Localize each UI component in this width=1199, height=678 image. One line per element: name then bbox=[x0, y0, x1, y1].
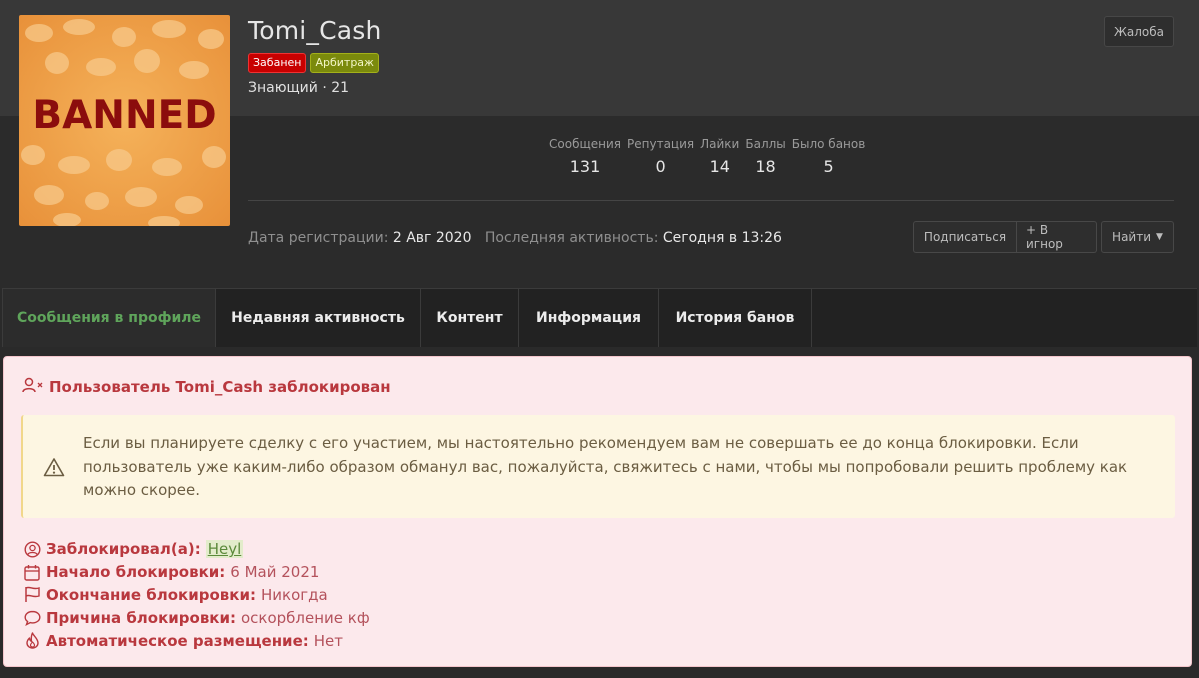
stat-value: 14 bbox=[709, 157, 730, 176]
stat-value: 5 bbox=[823, 157, 834, 176]
ban-reason-value: оскорбление кф bbox=[241, 608, 370, 627]
registered-value: 2 Авг 2020 bbox=[392, 230, 472, 246]
banned-by-row: Заблокировал(а): Heyl bbox=[23, 538, 370, 561]
banned-by-link[interactable]: Heyl bbox=[205, 540, 244, 559]
badge-banned: Забанен bbox=[248, 53, 307, 73]
comment-icon bbox=[23, 609, 41, 627]
profile-tabs: Сообщения в профиле Недавняя активность … bbox=[2, 288, 1197, 347]
stat-label: Репутация bbox=[627, 137, 695, 151]
fire-icon bbox=[23, 632, 41, 650]
user-badges: Забанен Арбитраж bbox=[248, 53, 379, 73]
tab-content[interactable]: Контент bbox=[421, 289, 519, 347]
stat-value: 131 bbox=[569, 157, 601, 176]
ban-reason-row: Причина блокировки: оскорбление кф bbox=[23, 606, 370, 629]
tab-information[interactable]: Информация bbox=[519, 289, 659, 347]
stat-messages[interactable]: Сообщения 131 bbox=[549, 137, 621, 176]
username: Tomi_Cash bbox=[248, 16, 382, 45]
auto-post-label: Автоматическое размещение: bbox=[46, 631, 309, 650]
warning-text: Если вы планируете сделку с его участием… bbox=[83, 434, 1128, 499]
avatar[interactable]: BANNED bbox=[19, 15, 230, 226]
badge-arbitrage: Арбитраж bbox=[310, 53, 379, 73]
ban-title: Пользователь Tomi_Cash заблокирован bbox=[22, 377, 391, 397]
stat-label: Баллы bbox=[745, 137, 786, 151]
warning-box: Если вы планируете сделку с его участием… bbox=[21, 415, 1175, 518]
ban-end-row: Окончание блокировки: Никогда bbox=[23, 584, 370, 607]
flag-icon bbox=[23, 586, 41, 604]
ban-start-label: Начало блокировки: bbox=[46, 563, 226, 582]
stat-label: Лайки bbox=[700, 137, 740, 151]
subscribe-button[interactable]: Подписаться bbox=[913, 221, 1017, 253]
warning-icon bbox=[43, 457, 65, 481]
find-label: Найти bbox=[1112, 230, 1152, 244]
stat-label: Было банов bbox=[791, 137, 866, 151]
stat-value: 0 bbox=[655, 157, 666, 176]
user-stats: Сообщения 131 Репутация 0 Лайки 14 Баллы… bbox=[549, 137, 871, 176]
user-meta: Дата регистрации: 2 Авг 2020 Последняя а… bbox=[248, 230, 782, 246]
stat-value: 18 bbox=[755, 157, 776, 176]
ban-details: Заблокировал(а): Heyl Начало блокировки:… bbox=[23, 538, 370, 652]
last-active-label: Последняя активность: bbox=[484, 230, 659, 246]
avatar-banned-text: BANNED bbox=[32, 93, 216, 138]
auto-post-row: Автоматическое размещение: Нет bbox=[23, 629, 370, 652]
stat-points[interactable]: Баллы 18 bbox=[745, 137, 785, 176]
ban-title-text: Пользователь Tomi_Cash заблокирован bbox=[49, 378, 391, 396]
auto-post-value: Нет bbox=[313, 631, 343, 650]
tab-recent-activity[interactable]: Недавняя активность bbox=[216, 289, 421, 347]
find-button[interactable]: Найти ▼ bbox=[1101, 221, 1174, 253]
tab-profile-posts[interactable]: Сообщения в профиле bbox=[2, 289, 216, 347]
user-block-icon bbox=[22, 377, 44, 397]
stat-label: Сообщения bbox=[549, 137, 622, 151]
stat-reputation[interactable]: Репутация 0 bbox=[627, 137, 694, 176]
profile-actions: Подписаться + В игнор Найти ▼ bbox=[913, 221, 1174, 253]
calendar-icon bbox=[23, 563, 41, 581]
stat-bans[interactable]: Было банов 5 bbox=[792, 137, 866, 176]
header-divider bbox=[248, 200, 1174, 201]
profile-header: BANNED Tomi_Cash Забанен Арбитраж Знающи… bbox=[0, 0, 1199, 289]
tab-ban-history[interactable]: История банов bbox=[659, 289, 812, 347]
chevron-down-icon: ▼ bbox=[1156, 232, 1163, 242]
registered-label: Дата регистрации: bbox=[248, 230, 389, 246]
stat-likes[interactable]: Лайки 14 bbox=[700, 137, 739, 176]
ignore-button[interactable]: + В игнор bbox=[1017, 221, 1097, 253]
user-rank: Знающий · 21 bbox=[248, 80, 350, 96]
last-active-value: Сегодня в 13:26 bbox=[662, 230, 782, 246]
ban-start-row: Начало блокировки: 6 Май 2021 bbox=[23, 561, 370, 584]
user-circle-icon bbox=[23, 540, 41, 558]
ban-panel: Пользователь Tomi_Cash заблокирован Если… bbox=[3, 356, 1192, 667]
banned-by-label: Заблокировал(а): bbox=[46, 540, 201, 559]
ban-end-value: Никогда bbox=[260, 585, 328, 604]
ban-end-label: Окончание блокировки: bbox=[46, 585, 256, 604]
ban-reason-label: Причина блокировки: bbox=[46, 608, 236, 627]
report-button[interactable]: Жалоба bbox=[1104, 16, 1174, 47]
ban-start-value: 6 Май 2021 bbox=[230, 563, 320, 582]
